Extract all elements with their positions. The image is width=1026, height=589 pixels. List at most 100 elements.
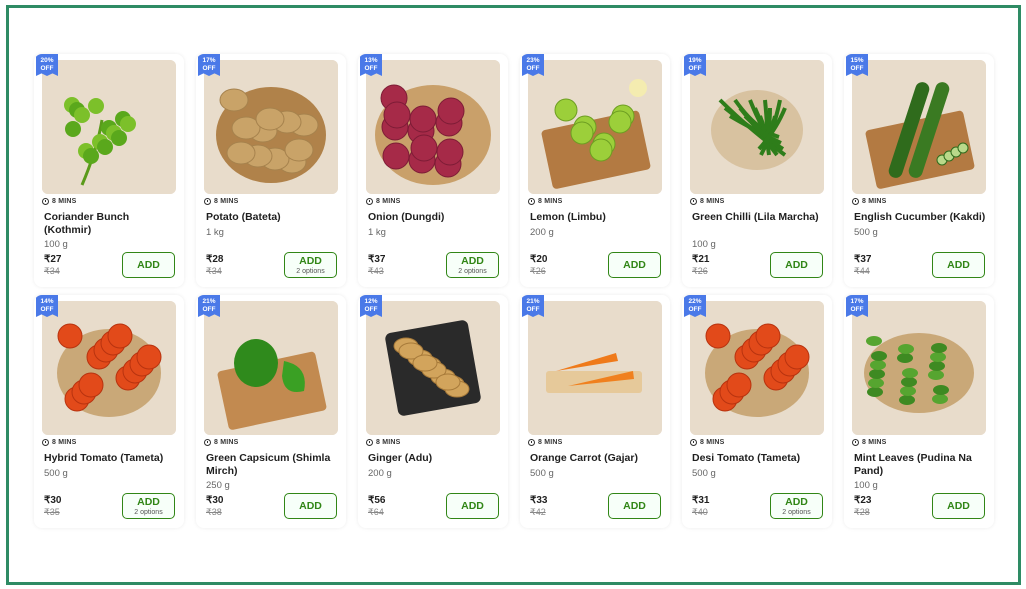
product-name: Coriander Bunch (Kothmir) xyxy=(44,211,130,236)
product-name: English Cucumber (Kakdi) xyxy=(854,211,986,223)
discount-badge: 23% OFF xyxy=(522,54,544,76)
clock-icon xyxy=(528,439,535,446)
product-card[interactable]: 17% OFF 8 MINS Mint Leaves (Pudina Na Pan… xyxy=(844,295,994,528)
product-price: ₹28 xyxy=(206,254,224,265)
product-card[interactable]: 21% OFF 8 MINS Green Capsicum (Shimla Mir… xyxy=(196,295,346,528)
add-button[interactable]: ADD 2 options xyxy=(770,493,823,519)
delivery-time: 8 MINS xyxy=(528,439,563,446)
product-weight: 200 g xyxy=(368,468,392,479)
discount-badge: 20% OFF xyxy=(36,54,58,76)
product-price: ₹21 xyxy=(692,254,710,265)
product-weight: 100 g xyxy=(44,239,68,250)
add-button[interactable]: ADD xyxy=(932,252,985,278)
options-count: 2 options xyxy=(134,509,163,516)
discount-badge: 21% OFF xyxy=(198,295,220,317)
product-image[interactable] xyxy=(852,301,986,435)
product-mrp: ₹26 xyxy=(692,266,708,276)
product-weight: 100 g xyxy=(692,239,716,250)
product-image[interactable] xyxy=(204,301,338,435)
product-image[interactable] xyxy=(852,60,986,194)
add-button[interactable]: ADD xyxy=(608,252,661,278)
product-mrp: ₹35 xyxy=(44,507,60,517)
add-button[interactable]: ADD 2 options xyxy=(284,252,337,278)
product-mrp: ₹34 xyxy=(44,266,60,276)
product-card[interactable]: 13% OFF 8 MINS Onion (Dungdi) 1 kg ₹37 ₹4… xyxy=(358,54,508,287)
product-price: ₹56 xyxy=(368,495,386,506)
clock-icon xyxy=(690,198,697,205)
product-price: ₹37 xyxy=(854,254,872,265)
product-name: Green Chilli (Lila Marcha) xyxy=(692,211,819,223)
add-button[interactable]: ADD 2 options xyxy=(122,493,175,519)
product-image[interactable] xyxy=(204,60,338,194)
product-mrp: ₹64 xyxy=(368,507,384,517)
product-weight: 200 g xyxy=(530,227,554,238)
clock-icon xyxy=(42,198,49,205)
product-card[interactable]: 21% OFF 8 MINS Orange Carrot (Gajar) 500 … xyxy=(520,295,670,528)
product-name: Hybrid Tomato (Tameta) xyxy=(44,452,164,464)
add-button[interactable]: ADD xyxy=(608,493,661,519)
clock-icon xyxy=(852,439,859,446)
product-weight: 500 g xyxy=(854,227,878,238)
product-listing-frame: 20% OFF 8 MINS Coriander Bunch (Kothmir) … xyxy=(6,5,1021,585)
product-mrp: ₹44 xyxy=(854,266,870,276)
discount-badge: 13% OFF xyxy=(360,54,382,76)
product-card[interactable]: 12% OFF 8 MINS Ginger (Adu) 200 g ₹56 ₹64… xyxy=(358,295,508,528)
delivery-time: 8 MINS xyxy=(42,198,77,205)
product-name: Potato (Bateta) xyxy=(206,211,281,223)
product-price: ₹33 xyxy=(530,495,548,506)
delivery-time: 8 MINS xyxy=(366,198,401,205)
product-name: Desi Tomato (Tameta) xyxy=(692,452,801,464)
product-weight: 500 g xyxy=(692,468,716,479)
product-price: ₹20 xyxy=(530,254,548,265)
clock-icon xyxy=(366,198,373,205)
product-image[interactable] xyxy=(366,60,500,194)
product-price: ₹31 xyxy=(692,495,710,506)
product-card[interactable]: 17% OFF 8 MINS Potato (Bateta) 1 kg ₹28 ₹… xyxy=(196,54,346,287)
delivery-time: 8 MINS xyxy=(204,198,239,205)
product-weight: 500 g xyxy=(530,468,554,479)
delivery-time: 8 MINS xyxy=(528,198,563,205)
product-image[interactable] xyxy=(690,60,824,194)
product-card[interactable]: 14% OFF 8 MINS Hybrid Tomato (Tameta) 500… xyxy=(34,295,184,528)
product-image[interactable] xyxy=(366,301,500,435)
product-card[interactable]: 20% OFF 8 MINS Coriander Bunch (Kothmir) … xyxy=(34,54,184,287)
product-weight: 1 kg xyxy=(206,227,224,238)
delivery-time: 8 MINS xyxy=(690,439,725,446)
delivery-time: 8 MINS xyxy=(852,439,887,446)
product-price: ₹37 xyxy=(368,254,386,265)
product-name: Mint Leaves (Pudina Na Pand) xyxy=(854,452,972,477)
add-button[interactable]: ADD xyxy=(284,493,337,519)
product-card[interactable]: 23% OFF 8 MINS Lemon (Limbu) 200 g ₹20 ₹2… xyxy=(520,54,670,287)
product-weight: 250 g xyxy=(206,480,230,491)
discount-badge: 17% OFF xyxy=(198,54,220,76)
product-price: ₹30 xyxy=(206,495,224,506)
product-price: ₹23 xyxy=(854,495,872,506)
product-grid: 20% OFF 8 MINS Coriander Bunch (Kothmir) … xyxy=(34,54,1004,528)
discount-badge: 15% OFF xyxy=(846,54,868,76)
add-button[interactable]: ADD xyxy=(446,493,499,519)
clock-icon xyxy=(690,439,697,446)
product-mrp: ₹38 xyxy=(206,507,222,517)
clock-icon xyxy=(42,439,49,446)
add-button[interactable]: ADD xyxy=(770,252,823,278)
clock-icon xyxy=(204,198,211,205)
clock-icon xyxy=(528,198,535,205)
options-count: 2 options xyxy=(782,509,811,516)
product-card[interactable]: 22% OFF 8 MINS Desi Tomato (Tameta) 500 g… xyxy=(682,295,832,528)
options-count: 2 options xyxy=(458,268,487,275)
product-image[interactable] xyxy=(690,301,824,435)
add-button[interactable]: ADD 2 options xyxy=(446,252,499,278)
add-button[interactable]: ADD xyxy=(122,252,175,278)
product-name: Ginger (Adu) xyxy=(368,452,433,464)
product-card[interactable]: 19% OFF 8 MINS Green Chilli (Lila Marcha)… xyxy=(682,54,832,287)
clock-icon xyxy=(204,439,211,446)
product-image[interactable] xyxy=(528,60,662,194)
product-image[interactable] xyxy=(42,60,176,194)
product-name: Onion (Dungdi) xyxy=(368,211,445,223)
product-card[interactable]: 15% OFF 8 MINS English Cucumber (Kakdi) 5… xyxy=(844,54,994,287)
add-button[interactable]: ADD xyxy=(932,493,985,519)
product-name: Green Capsicum (Shimla Mirch) xyxy=(206,452,331,477)
delivery-time: 8 MINS xyxy=(42,439,77,446)
product-image[interactable] xyxy=(42,301,176,435)
product-image[interactable] xyxy=(528,301,662,435)
